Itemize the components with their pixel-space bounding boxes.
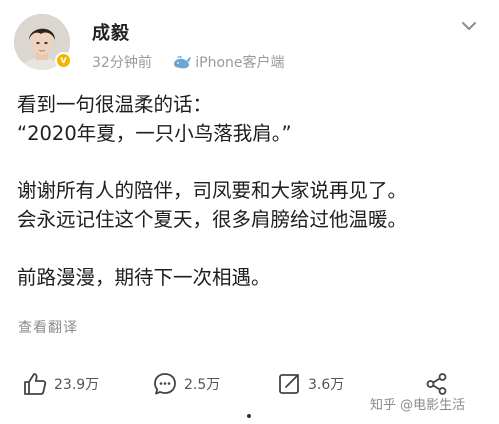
watermark: 知乎 @电影生活 xyxy=(370,398,466,413)
comment-count: 2.5万 xyxy=(184,377,221,393)
verified-badge-icon: v xyxy=(55,52,72,69)
repost-button[interactable]: 3.6万 xyxy=(276,366,344,402)
repost-icon xyxy=(279,374,299,394)
comment-icon xyxy=(154,373,176,395)
post-header: v 成毅 32分钟前 iPhone客户端 xyxy=(0,0,499,80)
repost-count: 3.6万 xyxy=(308,377,345,393)
like-button[interactable]: 23.9万 xyxy=(22,366,99,402)
post-line: 前路漫漫，期待下一次相遇。 xyxy=(17,266,271,289)
post-line: 谢谢所有人的陪伴，司凤要和大家说再见了。 xyxy=(17,179,408,202)
translate-link[interactable]: 查看翻译 xyxy=(18,317,78,337)
post-content: 看到一句很温柔的话： “2020年夏，一只小鸟落我肩。” 谢谢所有人的陪伴，司凤… xyxy=(17,90,487,292)
post-line: 看到一句很温柔的话： xyxy=(17,93,213,116)
post-time: 32分钟前 xyxy=(92,55,152,71)
post-line: 会永远记住这个夏天，很多肩膀给过他温暖。 xyxy=(17,208,408,231)
page-indicator-dot xyxy=(247,414,251,418)
thumbs-up-icon xyxy=(24,373,47,395)
post-meta: 32分钟前 iPhone客户端 xyxy=(92,52,285,75)
comment-button[interactable]: 2.5万 xyxy=(152,366,220,402)
post-line: “2020年夏，一只小鸟落我肩。” xyxy=(17,122,292,145)
post-client: iPhone客户端 xyxy=(195,55,285,71)
whale-icon xyxy=(172,55,192,75)
username[interactable]: 成毅 xyxy=(92,19,130,45)
chevron-down-icon[interactable] xyxy=(460,18,478,32)
like-count: 23.9万 xyxy=(54,377,100,393)
